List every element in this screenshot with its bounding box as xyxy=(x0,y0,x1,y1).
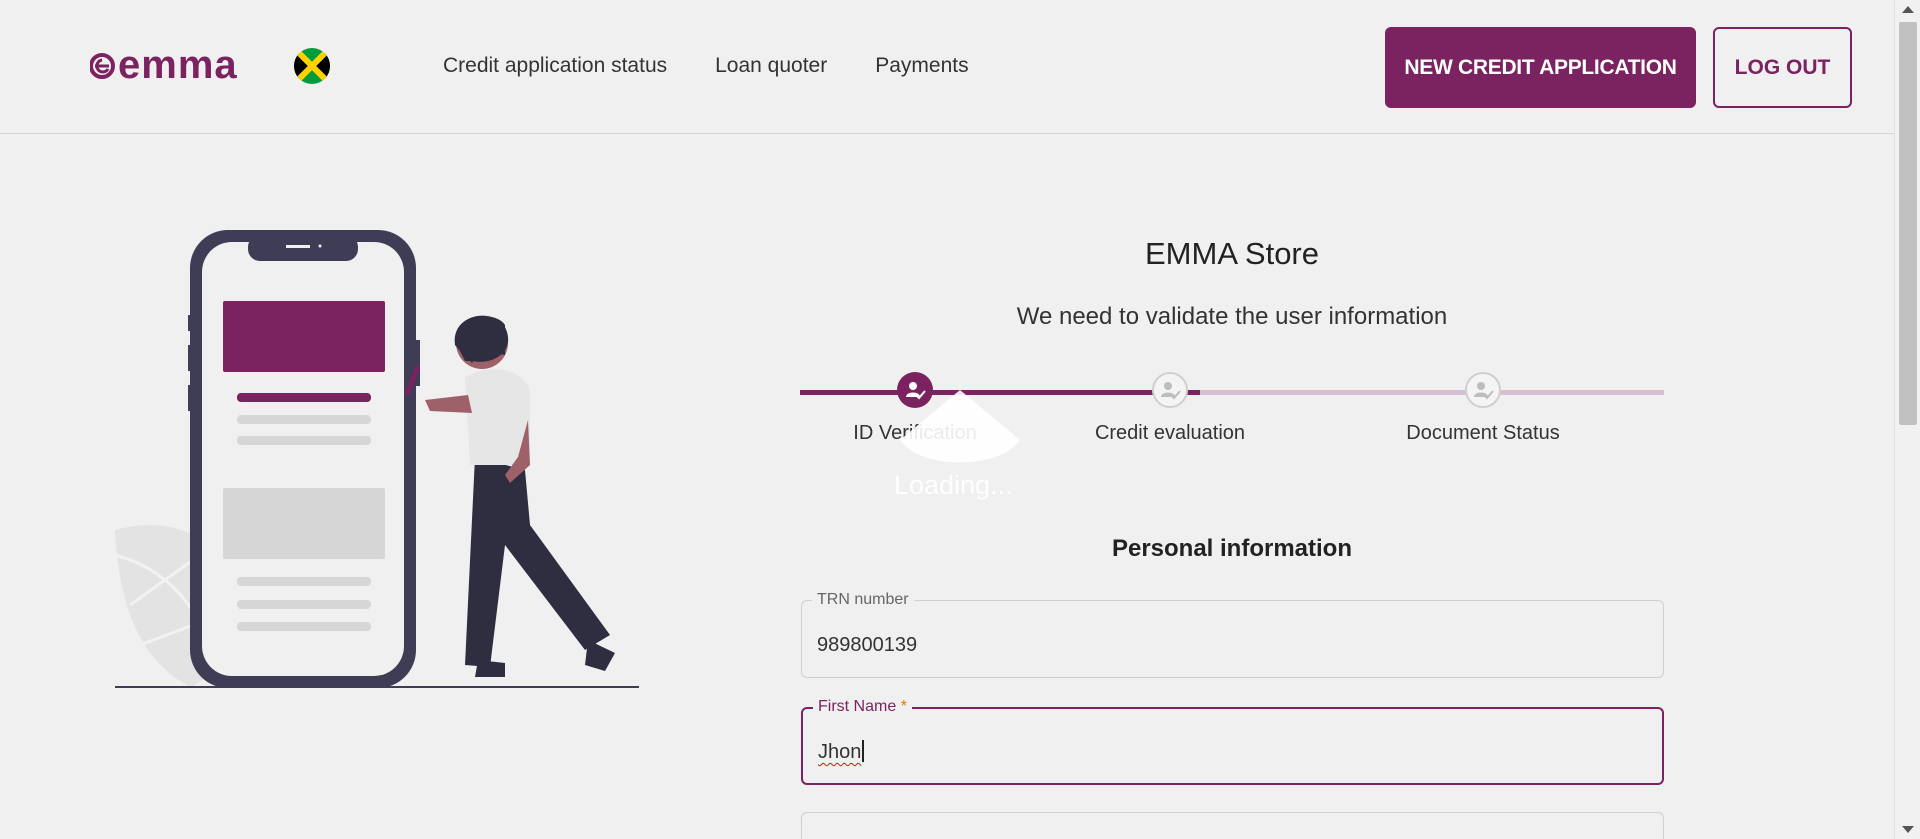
nav-credit-application-status[interactable]: Credit application status xyxy=(443,54,667,78)
scroll-thumb[interactable] xyxy=(1899,22,1917,425)
step-label: Document Status xyxy=(1406,422,1560,444)
step-document-status[interactable]: Document Status xyxy=(1368,370,1598,445)
scroll-up-arrow-icon[interactable] xyxy=(1902,6,1914,13)
user-check-icon xyxy=(1465,372,1501,408)
svg-text:emma: emma xyxy=(118,50,238,82)
first-name-label: First Name * xyxy=(813,698,912,716)
first-name-field[interactable]: First Name * Jhon xyxy=(801,698,1664,785)
step-credit-evaluation[interactable]: Credit evaluation xyxy=(1055,370,1285,445)
store-title: EMMA Store xyxy=(1145,236,1319,271)
phone-woman-illustration xyxy=(110,225,650,695)
first-name-input[interactable]: Jhon xyxy=(818,740,1638,764)
first-name-label-text: First Name xyxy=(818,698,897,715)
text-caret xyxy=(862,740,864,762)
trn-number-label: TRN number xyxy=(812,591,914,609)
jamaica-flag-icon[interactable] xyxy=(294,48,330,84)
trn-number-field: TRN number 989800139 xyxy=(801,591,1664,678)
nav-payments[interactable]: Payments xyxy=(875,54,968,78)
main-nav: Credit application status Loan quoter Pa… xyxy=(443,54,969,78)
validation-subtitle: We need to validate the user information xyxy=(1016,303,1448,330)
loading-text: Loading... xyxy=(894,470,1013,500)
new-credit-application-button[interactable]: NEW CREDIT APPLICATION xyxy=(1385,27,1696,108)
personal-information-heading: Personal information xyxy=(1111,535,1353,562)
step-label: Credit evaluation xyxy=(1094,422,1246,444)
page-scrollbar[interactable] xyxy=(1894,0,1920,839)
scroll-down-arrow-icon[interactable] xyxy=(1902,826,1914,833)
last-name-field[interactable] xyxy=(801,812,1664,839)
first-name-value: Jhon xyxy=(818,741,862,763)
nav-loan-quoter[interactable]: Loan quoter xyxy=(715,54,827,78)
required-asterisk: * xyxy=(900,698,907,715)
top-header: emma Credit application status Loan quot… xyxy=(0,0,1894,134)
emma-logo[interactable]: emma xyxy=(90,50,270,82)
user-check-icon xyxy=(1152,372,1188,408)
logout-button[interactable]: LOG OUT xyxy=(1713,27,1852,108)
trn-number-value: 989800139 xyxy=(817,634,918,656)
